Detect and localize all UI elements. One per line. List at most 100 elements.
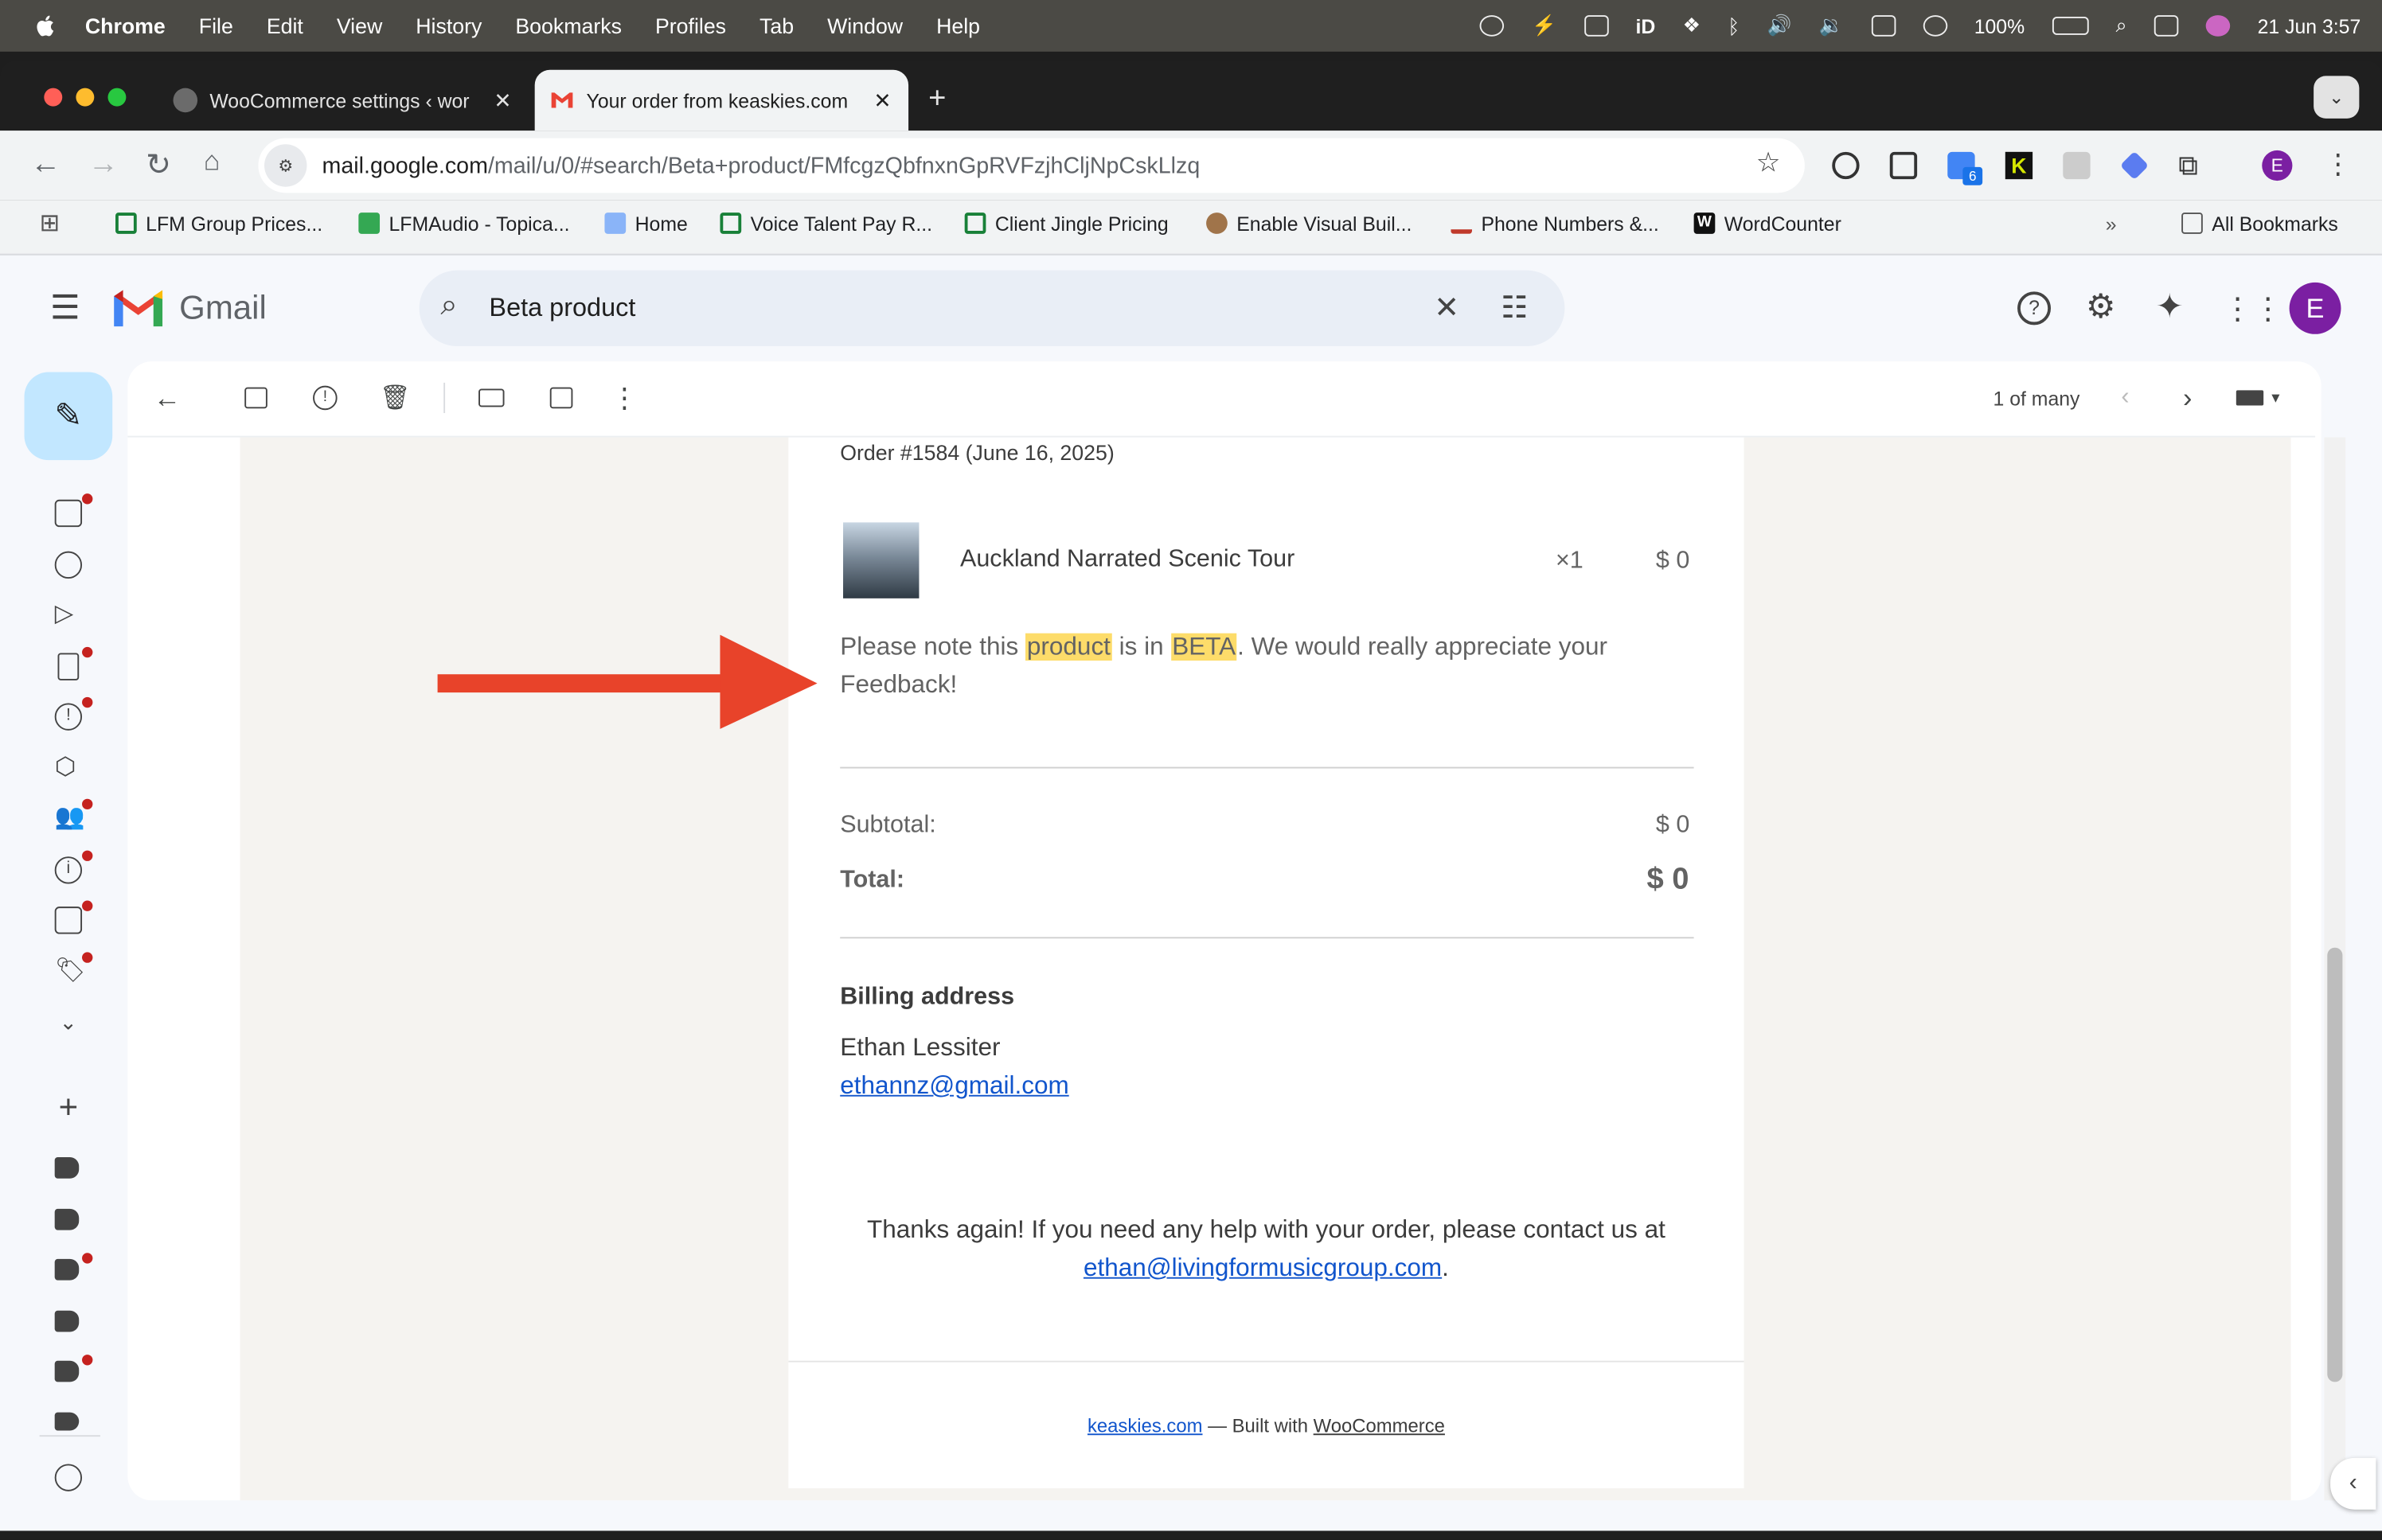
main-menu-icon[interactable]: ☰ bbox=[50, 289, 80, 329]
bolt-icon[interactable]: ⚡ bbox=[1532, 14, 1556, 38]
updates-info-icon[interactable]: i bbox=[54, 856, 83, 884]
control-center-icon[interactable] bbox=[2154, 15, 2179, 37]
close-tab-icon[interactable]: ✕ bbox=[872, 88, 893, 113]
search-options-icon[interactable]: ☷ bbox=[1501, 289, 1528, 327]
menu-app-chrome[interactable]: Chrome bbox=[85, 14, 166, 38]
footer-site-link[interactable]: keaskies.com bbox=[1088, 1415, 1203, 1437]
input-tools-keyboard-icon[interactable]: ▼ bbox=[2233, 380, 2285, 416]
more-chevron-down-icon[interactable]: ⌄ bbox=[55, 1008, 82, 1035]
promotions-tag-icon[interactable]: 🏷 bbox=[55, 958, 86, 985]
cloud-icon[interactable] bbox=[1922, 15, 1947, 37]
close-tab-icon[interactable]: ✕ bbox=[492, 88, 513, 113]
back-to-list-icon[interactable]: ← bbox=[149, 380, 185, 416]
search-input[interactable]: Beta product bbox=[489, 293, 635, 323]
newer-chevron-left-icon[interactable]: ‹ bbox=[2107, 380, 2144, 416]
google-apps-icon[interactable]: ⋮⋮ bbox=[2223, 290, 2283, 328]
extension-icon-2[interactable] bbox=[1889, 151, 1918, 180]
site-info-icon[interactable]: ⚙ bbox=[264, 144, 307, 187]
contact-email-link[interactable]: ethan@livingformusicgroup.com bbox=[1084, 1254, 1442, 1281]
move-to-icon[interactable] bbox=[542, 380, 579, 416]
calculator-icon[interactable] bbox=[1870, 15, 1896, 37]
delete-trash-icon[interactable]: 🗑 bbox=[377, 380, 413, 416]
zoom-window-button[interactable] bbox=[107, 88, 127, 107]
home-icon[interactable]: ⌂ bbox=[204, 146, 221, 177]
settings-gear-icon[interactable]: ⚙ bbox=[2086, 287, 2116, 327]
apps-grid-icon[interactable]: ⊞ bbox=[40, 201, 61, 246]
bookmark-home[interactable]: Home bbox=[604, 201, 688, 246]
menu-file[interactable]: File bbox=[199, 14, 233, 38]
spotlight-search-icon[interactable]: ⌕ bbox=[2116, 14, 2127, 38]
menu-help[interactable]: Help bbox=[936, 14, 980, 38]
close-window-button[interactable] bbox=[44, 88, 63, 107]
menu-profiles[interactable]: Profiles bbox=[655, 14, 726, 38]
apple-menu-icon[interactable] bbox=[30, 10, 61, 41]
archive-icon[interactable] bbox=[237, 380, 274, 416]
bookmark-phone-numbers[interactable]: Phone Numbers &... bbox=[1451, 201, 1659, 246]
back-icon[interactable]: ← bbox=[30, 147, 61, 182]
menu-tab[interactable]: Tab bbox=[760, 14, 794, 38]
report-spam-icon[interactable]: ! bbox=[307, 380, 343, 416]
extension-icon[interactable] bbox=[1832, 151, 1860, 180]
dropbox-icon[interactable]: ❖ bbox=[1683, 14, 1701, 38]
menu-view[interactable]: View bbox=[337, 14, 382, 38]
battery-icon[interactable] bbox=[2052, 16, 2089, 35]
scrollbar-thumb[interactable] bbox=[2327, 947, 2343, 1382]
bookmark-wordcounter[interactable]: W WordCounter bbox=[1693, 201, 1841, 246]
screenshot-icon[interactable] bbox=[1583, 15, 1609, 37]
menu-edit[interactable]: Edit bbox=[267, 14, 303, 38]
tab-woocommerce-settings[interactable]: WooCommerce settings ‹ wor ✕ bbox=[158, 70, 529, 131]
bookmark-enable-visual[interactable]: Enable Visual Buil... bbox=[1206, 201, 1412, 246]
show-side-panel-chevron-icon[interactable]: ‹ bbox=[2330, 1457, 2376, 1510]
bookmark-star-icon[interactable]: ☆ bbox=[1756, 147, 1781, 179]
menu-bookmarks[interactable]: Bookmarks bbox=[515, 14, 622, 38]
bluetooth-icon[interactable]: ᛒ bbox=[1728, 14, 1740, 37]
bookmark-lfmaudio[interactable]: LFMAudio - Topica... bbox=[358, 201, 570, 246]
help-icon[interactable]: ? bbox=[2017, 291, 2052, 326]
extension-icon-5[interactable] bbox=[2063, 151, 2091, 180]
drafts-icon[interactable] bbox=[57, 653, 80, 680]
footer-woocommerce-link[interactable]: WooCommerce bbox=[1314, 1415, 1445, 1437]
new-tab-button[interactable]: + bbox=[918, 79, 958, 119]
bookmark-client-jingle[interactable]: Client Jingle Pricing bbox=[964, 201, 1169, 246]
extensions-puzzle-icon[interactable]: ⧉ bbox=[2178, 150, 2198, 182]
all-bookmarks[interactable]: All Bookmarks bbox=[2181, 201, 2338, 246]
social-people-icon[interactable]: 👥 bbox=[55, 805, 85, 832]
label-icon[interactable] bbox=[54, 1157, 80, 1179]
menu-window[interactable]: Window bbox=[827, 14, 903, 38]
profile-avatar[interactable]: E bbox=[2262, 150, 2293, 181]
keywords-everywhere-icon[interactable]: K bbox=[2005, 151, 2033, 180]
id-icon[interactable]: iD bbox=[1635, 14, 1655, 37]
label-outline-icon[interactable]: ⬡ bbox=[55, 754, 82, 782]
forums-chat-icon[interactable] bbox=[54, 906, 83, 934]
snoozed-clock-icon[interactable] bbox=[54, 551, 83, 579]
inbox-icon[interactable] bbox=[54, 499, 83, 528]
upgrade-badge-icon[interactable] bbox=[54, 1464, 83, 1491]
search-icon[interactable]: ⌕ bbox=[440, 289, 457, 324]
tab-your-order[interactable]: Your order from keaskies.com ✕ bbox=[534, 69, 909, 131]
label-icon[interactable] bbox=[54, 1412, 80, 1431]
clear-search-icon[interactable]: ✕ bbox=[1434, 289, 1459, 327]
openai-icon[interactable] bbox=[1480, 15, 1505, 37]
volume-icon[interactable]: 🔊 bbox=[1767, 14, 1791, 38]
more-bookmarks-icon[interactable]: » bbox=[2106, 201, 2117, 246]
more-actions-icon[interactable]: ⋮ bbox=[606, 380, 642, 416]
volume-icon-2[interactable]: 🔉 bbox=[1819, 14, 1844, 38]
gmail-logo-icon[interactable] bbox=[114, 290, 163, 327]
minimize-window-button[interactable] bbox=[76, 88, 95, 107]
bookmark-voice-talent[interactable]: Voice Talent Pay R... bbox=[720, 201, 932, 246]
reload-icon[interactable]: ↻ bbox=[146, 146, 171, 184]
create-label-plus-icon[interactable]: + bbox=[55, 1090, 82, 1123]
siri-icon[interactable] bbox=[2205, 15, 2231, 37]
clock[interactable]: 21 Jun 3:57 bbox=[2258, 14, 2361, 37]
label-icon[interactable] bbox=[54, 1360, 80, 1382]
label-icon[interactable] bbox=[54, 1310, 80, 1332]
address-bar[interactable]: ⚙ mail.google.com/mail/u/0/#search/Beta+… bbox=[258, 138, 1805, 193]
billing-email-link[interactable]: ethannz@gmail.com bbox=[840, 1072, 1068, 1101]
older-chevron-right-icon[interactable]: › bbox=[2169, 380, 2206, 416]
gemini-sparkle-icon[interactable]: ✦ bbox=[2156, 287, 2184, 327]
forward-icon[interactable]: → bbox=[88, 147, 119, 182]
chrome-menu-icon[interactable]: ⋮ bbox=[2324, 149, 2351, 181]
menu-history[interactable]: History bbox=[416, 14, 482, 38]
search-bar[interactable]: ⌕ Beta product ✕ ☷ bbox=[419, 270, 1565, 347]
bookmark-lfm-group-prices[interactable]: LFM Group Prices... bbox=[115, 201, 322, 246]
